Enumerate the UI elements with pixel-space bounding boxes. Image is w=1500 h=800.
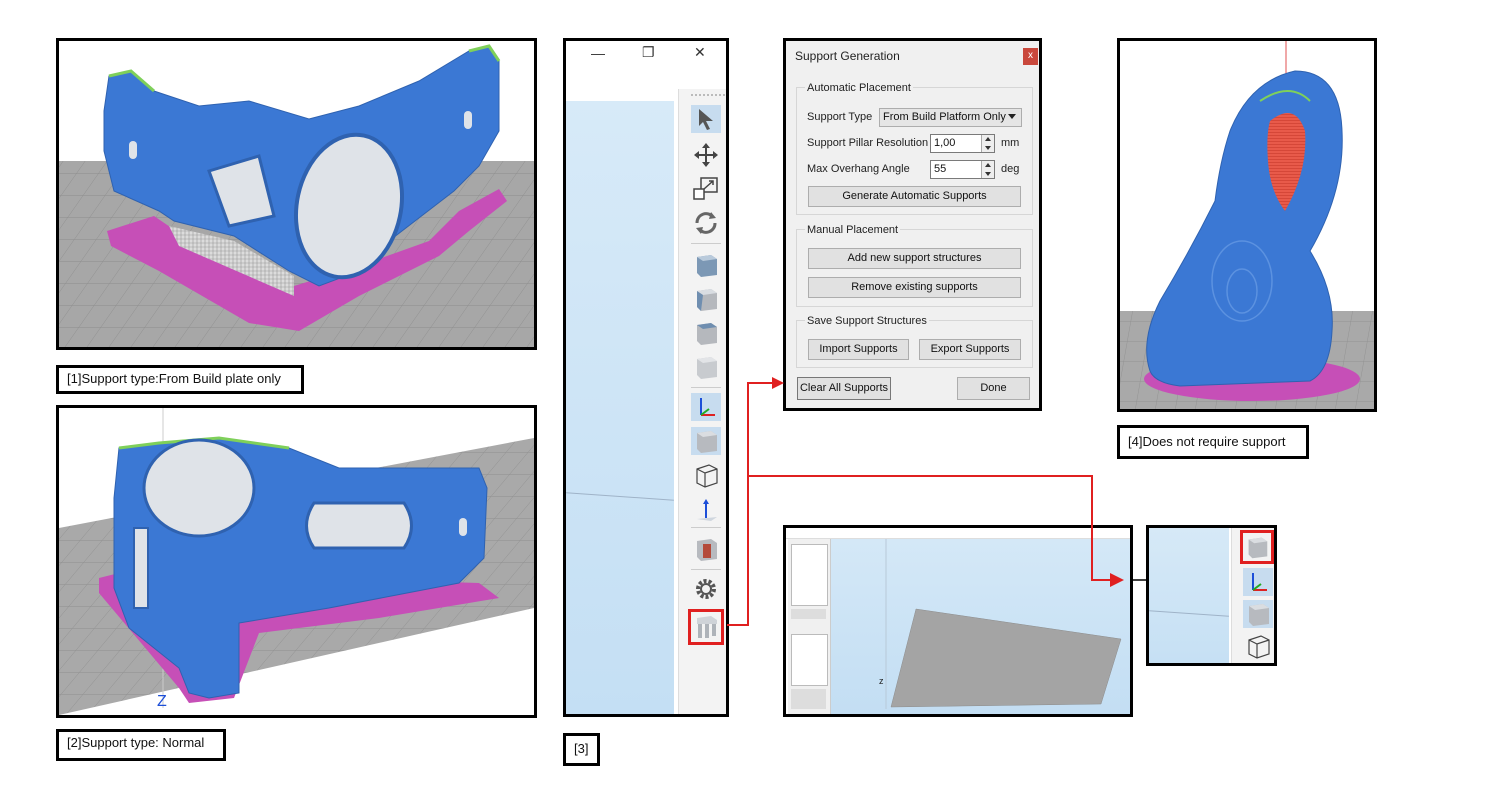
arrow-to-dialog (727, 382, 776, 626)
arrow-to-zoom (748, 475, 1116, 581)
connector-arrows (727, 377, 1146, 626)
